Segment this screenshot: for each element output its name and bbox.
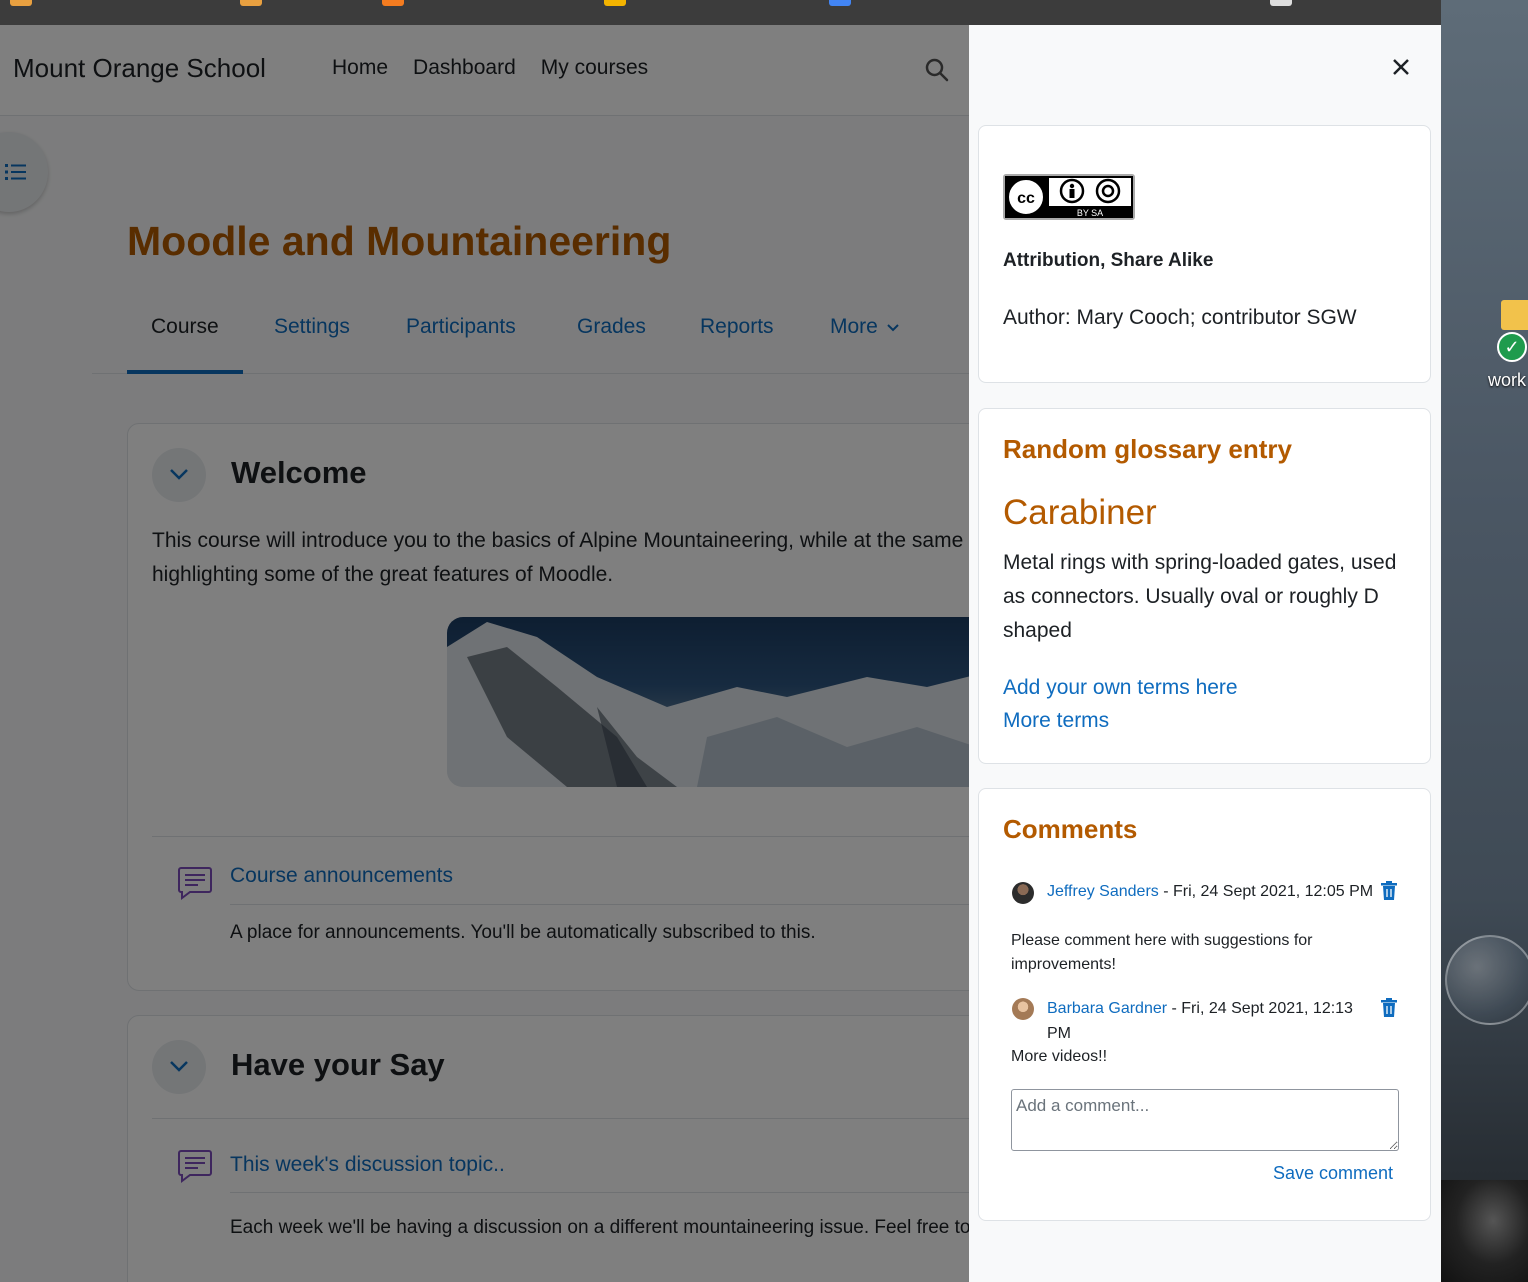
- cc-license-badge: cc BY SA: [1003, 174, 1135, 220]
- comment-author-link[interactable]: Barbara Gardner: [1047, 1000, 1167, 1017]
- comment-text: More videos!!: [1011, 1048, 1108, 1065]
- license-title: Attribution, Share Alike: [1003, 250, 1214, 271]
- tab-favicon[interactable]: [240, 0, 262, 6]
- cc-badge-text: BY SA: [1077, 208, 1103, 218]
- svg-text:cc: cc: [1017, 190, 1035, 207]
- glossary-block: Random glossary entry Carabiner Metal ri…: [978, 408, 1431, 764]
- comment-input[interactable]: [1011, 1089, 1399, 1151]
- comments-heading: Comments: [1003, 814, 1138, 844]
- license-block: cc BY SA Attribution, Share Alike Author…: [978, 125, 1431, 383]
- tab-favicon[interactable]: [1270, 0, 1292, 6]
- tab-favicon[interactable]: [382, 0, 404, 6]
- glossary-definition: Metal rings with spring-loaded gates, us…: [1003, 551, 1397, 642]
- wallpaper-rock: [1441, 1180, 1528, 1282]
- glossary-term: Carabiner: [1003, 493, 1157, 532]
- sync-check-icon: ✓: [1497, 332, 1527, 362]
- desktop-folder-label[interactable]: work: [1488, 370, 1526, 391]
- desktop-wallpaper: ✓ work: [1441, 0, 1528, 1282]
- comment-date: - Fri, 24 Sept 2021, 12:05 PM: [1158, 883, 1374, 900]
- close-icon[interactable]: [1389, 55, 1413, 79]
- trash-icon[interactable]: [1380, 998, 1398, 1018]
- more-terms-link[interactable]: More terms: [1003, 709, 1109, 733]
- comment-text: Please comment here with suggestions for…: [1011, 932, 1313, 973]
- tab-favicon[interactable]: [604, 0, 626, 6]
- comment-header: Barbara Gardner - Fri, 24 Sept 2021, 12:…: [1047, 996, 1377, 1046]
- license-author: Author: Mary Cooch; contributor SGW: [1003, 306, 1357, 329]
- comment-header: Jeffrey Sanders - Fri, 24 Sept 2021, 12:…: [1047, 879, 1377, 904]
- avatar: [1012, 998, 1034, 1020]
- modal-backdrop[interactable]: [0, 25, 969, 1282]
- cc-by-sa-icon: cc BY SA: [1005, 176, 1133, 218]
- wallpaper-bubble: [1445, 935, 1528, 1025]
- comments-block: Comments Jeffrey Sanders - Fri, 24 Sept …: [978, 788, 1431, 1221]
- comment-author-link[interactable]: Jeffrey Sanders: [1047, 883, 1159, 900]
- avatar: [1012, 882, 1034, 904]
- tab-favicon[interactable]: [10, 0, 32, 6]
- tab-favicon[interactable]: [829, 0, 851, 6]
- add-terms-link[interactable]: Add your own terms here: [1003, 676, 1238, 700]
- folder-icon[interactable]: [1501, 300, 1528, 330]
- trash-icon[interactable]: [1380, 881, 1398, 901]
- glossary-heading: Random glossary entry: [1003, 434, 1292, 464]
- save-comment-button[interactable]: Save comment: [1273, 1163, 1393, 1184]
- browser-tab-strip: [0, 0, 1441, 25]
- block-drawer: cc BY SA Attribution, Share Alike Author…: [969, 25, 1441, 1282]
